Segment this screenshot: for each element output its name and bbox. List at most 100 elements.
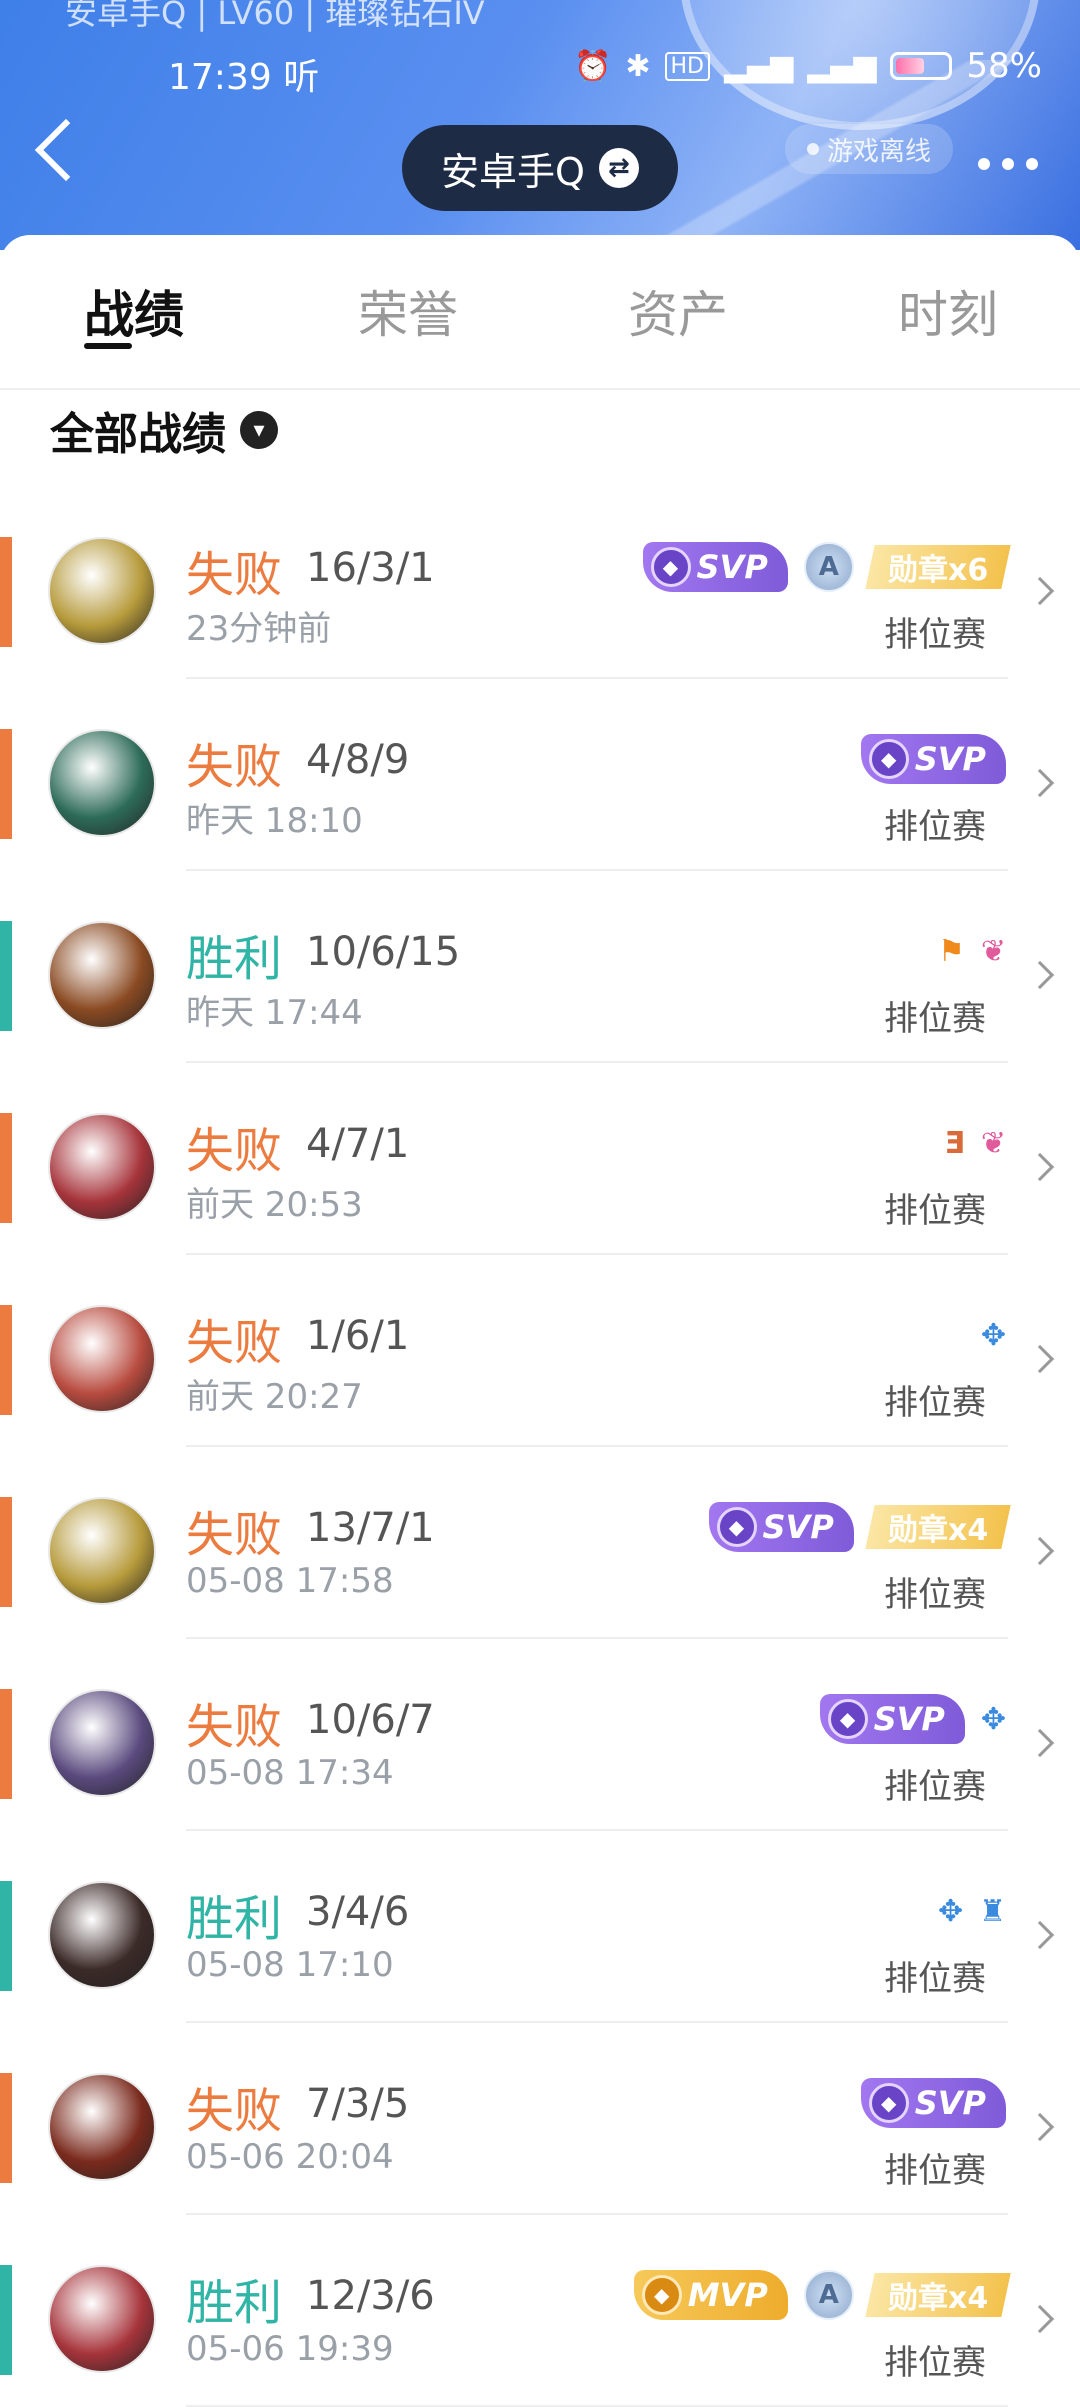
match-row[interactable]: 失败 4/8/9 昨天 18:10 ◆ SVP 排位赛	[0, 679, 1080, 871]
chevron-right-icon[interactable]	[1025, 960, 1055, 990]
match-badges: ◆ SVP	[860, 729, 1006, 789]
match-mode: 排位赛	[884, 2343, 986, 2383]
result-indicator	[0, 537, 12, 647]
match-time: 05-06 19:39	[186, 2329, 394, 2369]
match-row[interactable]: 胜利 10/6/15 昨天 17:44 ⚑ ❦ 排位赛	[0, 871, 1080, 1063]
match-badges: Ǝ ❦	[944, 1113, 1006, 1173]
match-row[interactable]: 失败 13/7/1 05-08 17:58 ◆ SVP 勋章x4 排位赛	[0, 1447, 1080, 1639]
account-switcher[interactable]: 安卓手Q ⇄	[402, 125, 678, 211]
match-result: 失败	[186, 2083, 283, 2139]
status-icons: ⏰ ✱ HD ▂▄▆ ▂▄▆ 58%	[574, 46, 1042, 86]
match-time: 05-06 20:04	[186, 2137, 394, 2177]
match-kda: 10/6/7	[306, 1697, 435, 1743]
match-kda: 3/4/6	[306, 1889, 410, 1935]
match-row[interactable]: 胜利 3/4/6 05-08 17:10 ✥ ♜ 排位赛	[0, 1831, 1080, 2023]
tab-record[interactable]: 战绩	[84, 275, 184, 347]
wing-icon: ✥	[980, 1701, 1006, 1737]
match-time: 昨天 17:44	[186, 993, 363, 1033]
tab-moments[interactable]: 时刻	[898, 275, 998, 347]
wing-icon: ✥	[937, 1893, 964, 1929]
match-kda: 12/3/6	[306, 2273, 435, 2319]
tab-underline	[84, 343, 132, 349]
rating-a-badge: A	[803, 2270, 854, 2320]
chevron-right-icon[interactable]	[1025, 768, 1055, 798]
match-mode: 排位赛	[884, 1767, 986, 1807]
status-time: 17:39 听	[168, 57, 320, 98]
match-row[interactable]: 失败 10/6/7 05-08 17:34 ◆ SVP ✥ 排位赛	[0, 1639, 1080, 1831]
hero-avatar	[48, 2073, 156, 2181]
gem-icon: ◆	[868, 2083, 909, 2123]
result-indicator	[0, 1305, 12, 1415]
tab-assets[interactable]: 资产	[628, 275, 728, 347]
chevron-right-icon[interactable]	[1025, 1728, 1055, 1758]
result-indicator	[0, 2073, 12, 2183]
result-indicator	[0, 2265, 12, 2375]
match-kda: 7/3/5	[306, 2081, 410, 2127]
hd-icon: HD	[664, 51, 710, 81]
chevron-right-icon[interactable]	[1025, 1536, 1055, 1566]
match-badges: ◆ MVP A 勋章x4	[633, 2265, 1011, 2325]
result-indicator	[0, 729, 12, 839]
match-result: 失败	[186, 547, 283, 603]
svp-badge: ◆ SVP	[819, 1694, 965, 1744]
medal-badge: 勋章x4	[865, 2273, 1011, 2317]
result-indicator	[0, 1881, 12, 1991]
match-result: 失败	[186, 1507, 283, 1563]
match-row[interactable]: 胜利 12/3/6 05-06 19:39 ◆ MVP A 勋章x4 排位赛	[0, 2215, 1080, 2407]
match-badges: ✥	[981, 1305, 1006, 1365]
match-badges: ◆ SVP A 勋章x6	[642, 537, 1011, 597]
chevron-right-icon[interactable]	[1025, 2112, 1055, 2142]
hero-avatar	[48, 1497, 156, 1605]
chevron-right-icon[interactable]	[1025, 576, 1055, 606]
result-indicator	[0, 1689, 12, 1799]
hero-avatar	[48, 1689, 156, 1797]
hero-avatar	[48, 1881, 156, 1989]
content-card: 战绩 荣誉 资产 时刻 全部战绩 ▾ 失败 16/3/1 23分钟前 ◆ SVP A 勋章x…	[0, 235, 1080, 2407]
match-mode: 排位赛	[884, 615, 986, 655]
match-time: 05-08 17:58	[186, 1561, 394, 1601]
match-mode: 排位赛	[884, 1575, 986, 1615]
gem-icon: ◆	[716, 1507, 757, 1547]
gem-icon: ◆	[868, 739, 909, 779]
signal-5g-icon: ▂▄▆	[723, 48, 794, 84]
hero-avatar	[48, 2265, 156, 2373]
svp-badge: ◆ SVP	[860, 2078, 1006, 2128]
badge-label: MVP	[687, 2276, 768, 2314]
match-row[interactable]: 失败 4/7/1 前天 20:53 Ǝ ❦ 排位赛	[0, 1063, 1080, 1255]
status-dot-icon	[807, 143, 819, 155]
rating-a-badge: A	[803, 542, 854, 592]
match-result: 胜利	[186, 2275, 283, 2331]
match-row[interactable]: 失败 7/3/5 05-06 20:04 ◆ SVP 排位赛	[0, 2023, 1080, 2215]
more-dots-icon[interactable]	[978, 158, 1038, 170]
badge-label: SVP	[914, 740, 986, 778]
match-row[interactable]: 失败 1/6/1 前天 20:27 ✥ 排位赛	[0, 1255, 1080, 1447]
match-kda: 10/6/15	[306, 929, 461, 975]
alarm-icon: ⏰	[574, 48, 612, 84]
match-mode: 排位赛	[884, 1383, 986, 1423]
demon-icon: ❦	[980, 1125, 1006, 1161]
medal-badge: 勋章x6	[865, 545, 1011, 589]
profile-header: 安卓手Q | LV60 | 璀璨钻石IV 17:39 听 ⏰ ✱ HD ▂▄▆ …	[0, 0, 1080, 250]
svp-badge: ◆ SVP	[708, 1502, 854, 1552]
match-mode: 排位赛	[884, 807, 986, 847]
medal-label: 勋章x4	[887, 2281, 988, 2316]
match-list: 失败 16/3/1 23分钟前 ◆ SVP A 勋章x6 排位赛 失败 4/8/9 昨天 18:10…	[0, 487, 1080, 2407]
mvp-badge: ◆ MVP	[633, 2270, 788, 2320]
battery-icon	[890, 52, 953, 80]
badge-label: SVP	[696, 548, 768, 586]
wing-icon: ✥	[980, 1317, 1006, 1353]
hero-avatar	[48, 921, 156, 1029]
account-label: 安卓手Q	[441, 149, 585, 194]
chevron-right-icon[interactable]	[1025, 1152, 1055, 1182]
back-icon[interactable]	[34, 118, 98, 182]
match-row[interactable]: 失败 16/3/1 23分钟前 ◆ SVP A 勋章x6 排位赛	[0, 487, 1080, 679]
chevron-right-icon[interactable]	[1025, 1344, 1055, 1374]
battery-percent: 58%	[966, 46, 1042, 86]
match-result: 失败	[186, 1123, 283, 1179]
chevron-right-icon[interactable]	[1025, 1920, 1055, 1950]
svp-badge: ◆ SVP	[642, 542, 788, 592]
match-filter[interactable]: 全部战绩 ▾	[50, 395, 278, 465]
tab-honor[interactable]: 荣誉	[358, 275, 458, 347]
chevron-right-icon[interactable]	[1025, 2304, 1055, 2334]
hero-avatar	[48, 1305, 156, 1413]
